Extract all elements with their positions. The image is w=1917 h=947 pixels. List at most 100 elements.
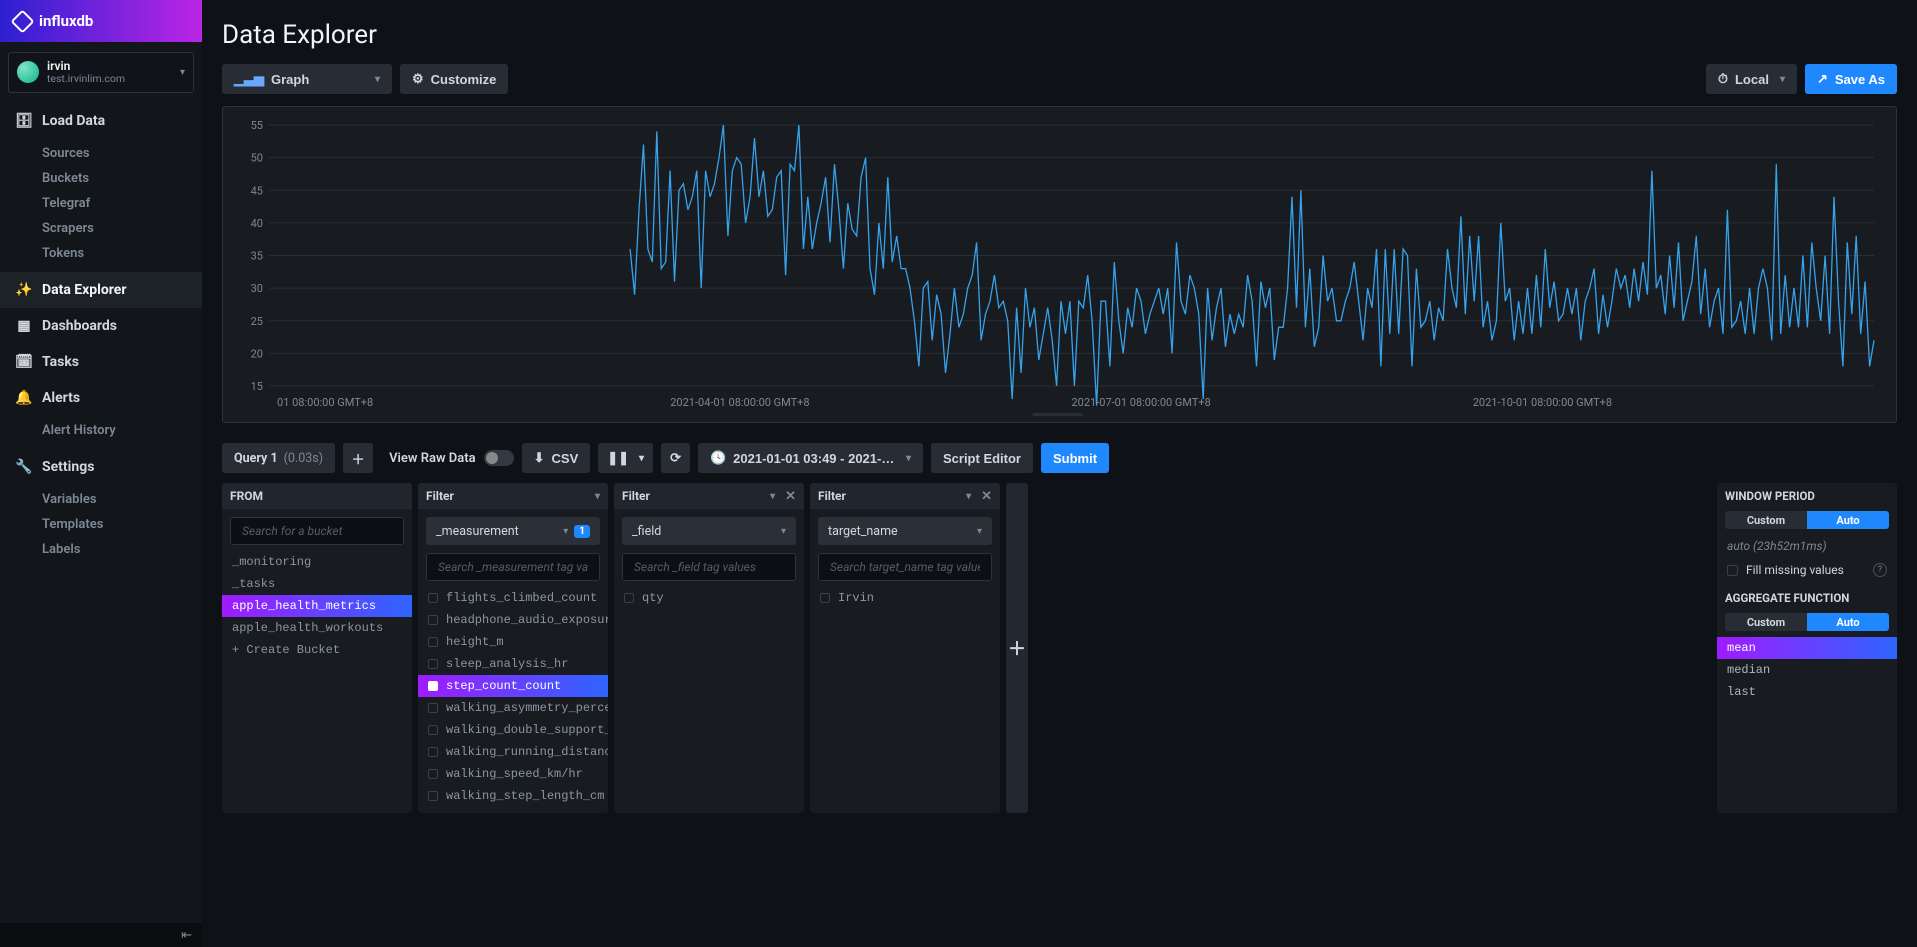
bucket-item[interactable]: _monitoring — [222, 551, 412, 573]
filter-search[interactable] — [426, 553, 600, 581]
csv-button[interactable]: ⬇ CSV — [522, 443, 591, 473]
chart-panel[interactable]: 15202530354045505501 08:00:00 GMT+82021-… — [222, 106, 1897, 423]
logo-icon — [10, 9, 34, 33]
fill-missing-row[interactable]: Fill missing values ? — [1717, 557, 1897, 585]
sidebar-collapse[interactable]: ⇤ — [0, 923, 202, 947]
filter-item[interactable]: sleep_analysis_hr — [418, 653, 608, 675]
collapse-icon: ⇤ — [181, 928, 192, 943]
filter-item[interactable]: walking_speed_km/hr — [418, 763, 608, 785]
window-period-title: WINDOW PERIOD — [1717, 483, 1897, 509]
nav-data-explorer[interactable]: ✨Data Explorer — [0, 272, 202, 308]
filter-item[interactable]: Irvin — [810, 587, 1000, 609]
auto-pill[interactable]: Auto — [1807, 511, 1889, 529]
filter-item[interactable]: height_m — [418, 631, 608, 653]
filter-count-badge: 1 — [574, 525, 590, 538]
agg-func-item[interactable]: mean — [1717, 637, 1897, 659]
filter-item[interactable]: headphone_audio_exposure_… — [418, 609, 608, 631]
filter-search[interactable] — [622, 553, 796, 581]
filter-search-input[interactable] — [632, 559, 786, 575]
close-icon[interactable]: ✕ — [785, 489, 796, 504]
pause-button[interactable]: ❚❚▾ — [598, 443, 653, 473]
clock-icon: ⏱ — [1718, 71, 1728, 87]
nav-sub-tokens[interactable]: Tokens — [0, 241, 202, 266]
from-column: FROM _monitoring_tasksapple_health_metri… — [222, 483, 412, 813]
filter-search-input[interactable] — [436, 559, 590, 575]
filter-item[interactable]: walking_asymmetry_percent… — [418, 697, 608, 719]
filter-item[interactable]: flights_climbed_count — [418, 587, 608, 609]
query-tab[interactable]: Query 1 (0.03s) — [222, 443, 335, 473]
nav-sub-telegraf[interactable]: Telegraf — [0, 191, 202, 216]
nav-sub-variables[interactable]: Variables — [0, 487, 202, 512]
bell-icon: 🔔 — [16, 390, 32, 406]
query-tab-label: Query 1 — [234, 451, 278, 466]
add-query-button[interactable]: ＋ — [343, 443, 373, 473]
nav-tasks[interactable]: 🗓Tasks — [0, 344, 202, 380]
filter-search-input[interactable] — [828, 559, 982, 575]
refresh-icon: ⟳ — [670, 450, 681, 466]
chart-icon: ▁▃▅ — [234, 71, 264, 87]
window-period-mode[interactable]: Custom Auto — [1717, 509, 1897, 535]
filter-item[interactable]: walking_step_length_cm — [418, 785, 608, 807]
aggregate-mode[interactable]: Custom Auto — [1717, 611, 1897, 637]
agg-func-item[interactable]: last — [1717, 681, 1897, 703]
custom-pill-2[interactable]: Custom — [1725, 613, 1807, 631]
bucket-item[interactable]: apple_health_workouts — [222, 617, 412, 639]
filter-item[interactable]: walking_running_distance_… — [418, 741, 608, 763]
filter-search[interactable] — [818, 553, 992, 581]
bucket-item[interactable]: _tasks — [222, 573, 412, 595]
save-as-button[interactable]: ↗ Save As — [1805, 64, 1897, 94]
customize-button[interactable]: ⚙ Customize — [400, 64, 508, 94]
filter-header[interactable]: Filter▾ — [418, 483, 608, 509]
script-editor-button[interactable]: Script Editor — [931, 443, 1033, 473]
nav-sub-alert-history[interactable]: Alert History — [0, 418, 202, 443]
disk-icon: 🗄 — [16, 113, 32, 129]
external-icon: ↗ — [1817, 71, 1828, 87]
view-type-dropdown[interactable]: ▁▃▅ Graph — [222, 64, 392, 94]
bucket-search[interactable] — [230, 517, 404, 545]
chevron-down-icon: ▾ — [770, 491, 775, 502]
checkbox-icon — [624, 593, 634, 603]
bucket-item[interactable]: apple_health_metrics — [222, 595, 412, 617]
refresh-button[interactable]: ⟳ — [661, 443, 690, 473]
calendar-icon: 🗓 — [16, 354, 32, 370]
checkbox-icon — [428, 725, 438, 735]
filter-item[interactable]: walking_double_support_pe… — [418, 719, 608, 741]
time-range-dropdown[interactable]: 🕓 2021-01-01 03:49 - 2021-12-25 03:… — [698, 443, 923, 473]
app-name: influxdb — [39, 12, 93, 30]
checkbox-icon — [820, 593, 830, 603]
filter-item[interactable]: qty — [614, 587, 804, 609]
filter-selector[interactable]: _field▾ — [622, 517, 796, 545]
close-icon[interactable]: ✕ — [981, 489, 992, 504]
nav-sub-templates[interactable]: Templates — [0, 512, 202, 537]
svg-text:45: 45 — [251, 184, 263, 197]
auto-pill-2[interactable]: Auto — [1807, 613, 1889, 631]
filter-selector[interactable]: _measurement▾1 — [426, 517, 600, 545]
org-switcher[interactable]: irvin test.irvinlim.com ▾ — [8, 52, 194, 93]
nav-load-data[interactable]: 🗄Load Data — [0, 103, 202, 139]
timezone-dropdown[interactable]: ⏱ Local — [1706, 64, 1797, 94]
chart[interactable]: 15202530354045505501 08:00:00 GMT+82021-… — [231, 117, 1884, 416]
view-raw-toggle[interactable]: View Raw Data — [389, 450, 514, 466]
bucket-search-input[interactable] — [240, 523, 394, 539]
query-duration: (0.03s) — [284, 451, 323, 466]
app-logo[interactable]: influxdb — [0, 0, 202, 42]
aggregate-function-title: AGGREGATE FUNCTION — [1717, 585, 1897, 611]
nav-sub-buckets[interactable]: Buckets — [0, 166, 202, 191]
nav-dashboards[interactable]: ▦Dashboards — [0, 308, 202, 344]
agg-func-item[interactable]: median — [1717, 659, 1897, 681]
filter-header[interactable]: Filter▾✕ — [614, 483, 804, 509]
add-filter-button[interactable]: ＋ — [1006, 483, 1028, 813]
nav-sub-labels[interactable]: Labels — [0, 537, 202, 562]
nav-sub-scrapers[interactable]: Scrapers — [0, 216, 202, 241]
avatar — [17, 61, 39, 83]
nav-alerts[interactable]: 🔔Alerts — [0, 380, 202, 416]
nav-sub-sources[interactable]: Sources — [0, 141, 202, 166]
filter-item[interactable]: step_count_count — [418, 675, 608, 697]
submit-button[interactable]: Submit — [1041, 443, 1109, 473]
nav-settings[interactable]: 🔧Settings — [0, 449, 202, 485]
filter-header[interactable]: Filter▾✕ — [810, 483, 1000, 509]
help-icon[interactable]: ? — [1873, 563, 1887, 577]
bucket-item[interactable]: + Create Bucket — [222, 639, 412, 661]
filter-selector[interactable]: target_name▾ — [818, 517, 992, 545]
custom-pill[interactable]: Custom — [1725, 511, 1807, 529]
